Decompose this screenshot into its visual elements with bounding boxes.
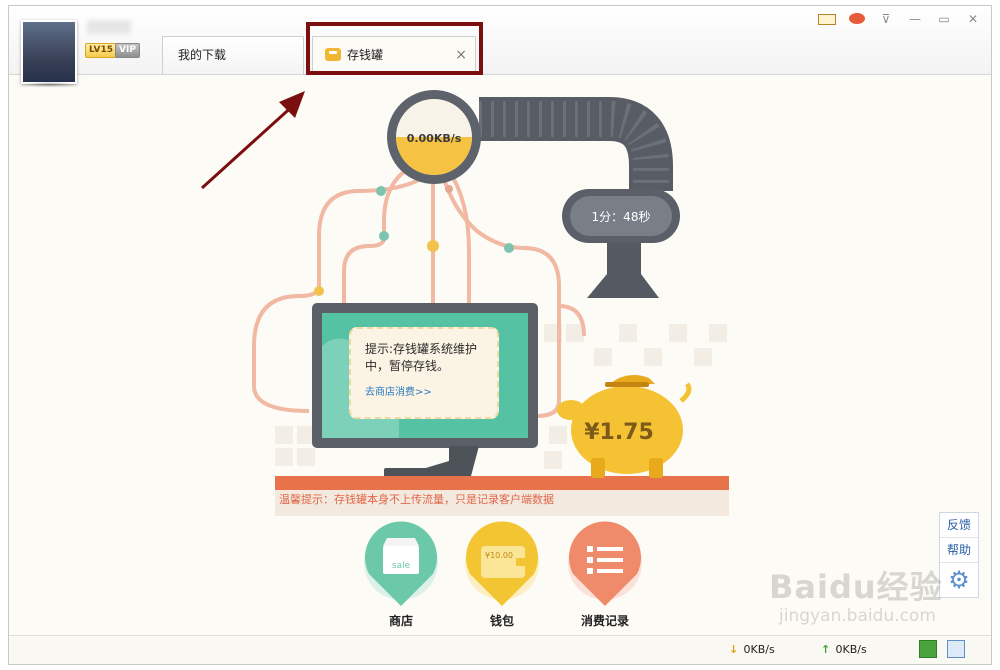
help-button[interactable]: 帮助 [940, 538, 978, 563]
warm-tip-text: 温馨提示：存钱罐本身不上传流量，只是记录客户端数据 [279, 492, 554, 506]
notice-text: 提示:存钱罐系统维护中，暂停存钱。 [365, 342, 478, 373]
download-speed: ↓ 0KB/s [729, 643, 775, 656]
shelf [275, 476, 729, 490]
maintenance-notice: 提示:存钱罐系统维护中，暂停存钱。 去商店消费>> [349, 327, 499, 419]
upload-speed: ↑ 0KB/s [821, 643, 867, 656]
annotation-highlight-box [306, 22, 483, 75]
action-store[interactable]: sale [364, 521, 438, 606]
action-store-label[interactable]: 商店 [389, 613, 413, 628]
wallet-badge: ¥10.00 [485, 551, 513, 560]
action-history-label[interactable]: 消费记录 [581, 613, 629, 628]
status-bar: ↓ 0KB/s ↑ 0KB/s [9, 635, 991, 664]
panel-toggle-icon[interactable] [947, 640, 965, 658]
speed-gauge: 0.00KB/s [387, 90, 481, 184]
watermark-url: jingyan.baidu.com [779, 606, 936, 626]
balance-amount: ¥1.75 [584, 420, 654, 445]
upload-arrow-icon: ↑ [821, 643, 831, 656]
action-history[interactable] [568, 521, 642, 606]
timer-capsule: 1分：48秒 [562, 189, 680, 243]
upload-speed-value: 0KB/s [835, 643, 867, 656]
app-window: LV15 VIP 我的下载 存钱罐 × ⊽ — ▭ ✕ 0.00KB/s 1分：… [8, 5, 992, 665]
bar-chart-icon[interactable] [919, 640, 937, 658]
watermark-brand: Baidu经验 [769, 568, 943, 606]
action-wallet-label[interactable]: 钱包 [490, 613, 514, 628]
annotation-arrow [200, 91, 305, 190]
speed-readout: 0.00KB/s [407, 132, 462, 145]
side-panel: 反馈 帮助 ⚙ [939, 512, 979, 598]
feedback-button[interactable]: 反馈 [940, 513, 978, 538]
store-link[interactable]: 去商店消费>> [365, 383, 487, 398]
list-icon [587, 546, 623, 574]
download-arrow-icon: ↓ [729, 643, 739, 656]
piggy-bank: ¥1.75 [557, 375, 692, 478]
action-wallet[interactable]: ¥10.00 [465, 521, 539, 606]
settings-gear-icon[interactable]: ⚙ [940, 563, 978, 597]
sale-badge: sale [392, 561, 411, 571]
download-speed-value: 0KB/s [743, 643, 775, 656]
timer-readout: 1分：48秒 [592, 210, 651, 224]
